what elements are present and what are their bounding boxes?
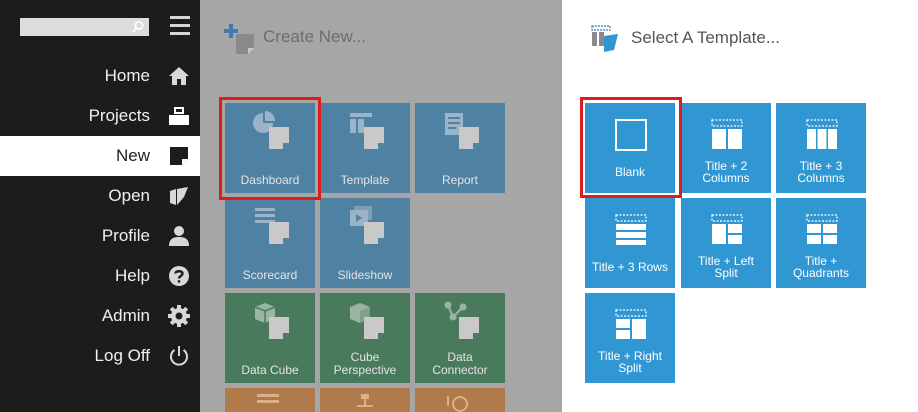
template-title-quadrants[interactable]: Title + Quadrants [776,198,866,288]
tile-label: Blank [614,165,646,179]
template-header-icon [591,25,618,52]
data-connector-icon [444,301,479,339]
briefcase-icon [169,107,189,125]
create-new-icon [224,24,254,54]
create-new-panel: Create New... Dashboard Template Report … [200,0,562,412]
tile-partial[interactable] [415,388,505,412]
tile-label: Cube Perspective [333,350,397,377]
tile-label: Slideshow [337,268,393,282]
sidebar-item-home[interactable]: Home [0,56,200,96]
tile-label-line2: Split [618,361,642,375]
report-icon [445,113,479,149]
refresh-clock-icon [447,396,468,412]
search-input[interactable] [20,18,149,36]
sidebar-item-label: Open [108,186,150,205]
help-icon [169,266,189,286]
tile-label-line2: Columns [797,171,845,185]
sidebar-item-admin[interactable]: Admin [0,296,200,336]
template-title-right-split[interactable]: Title + Right Split [585,293,675,383]
tile-label: Data Connector [432,350,488,377]
sidebar-item-label: Home [104,66,150,85]
blank-layout-icon [615,119,647,151]
data-cube-icon [254,303,289,339]
template-title-3-rows[interactable]: Title + 3 Rows [585,198,675,288]
left-split-layout-icon [711,214,743,244]
template-title: Select A Template... [631,28,780,47]
tile-label: Data Cube [241,363,299,377]
tile-label: Dashboard [240,173,300,187]
sidebar-item-open[interactable]: Open [0,176,200,216]
sidebar-item-label: Admin [101,306,150,325]
sidebar-item-help[interactable]: Help [0,256,200,296]
sidebar-item-label: New [115,146,150,165]
template-blank[interactable]: Blank [585,103,675,193]
power-icon [170,346,188,366]
home-icon [169,67,189,85]
search-icon[interactable] [131,20,145,34]
scorecard-icon [255,208,289,244]
right-split-layout-icon [615,309,647,339]
template-title-3-columns[interactable]: Title + 3 Columns [776,103,866,193]
template-title-2-columns[interactable]: Title + 2 Columns [681,103,771,193]
tile-data-connector[interactable]: Data Connector [415,293,505,383]
three-columns-layout-icon [806,119,838,149]
sidebar-item-label: Help [115,266,150,285]
sidebar-nav: Home Projects New Open Profile Help Admi… [0,56,200,376]
create-new-title: Create New... [263,27,366,46]
tile-dashboard[interactable]: Dashboard [225,103,315,193]
dashboard-icon [253,111,289,149]
tile-partial[interactable] [225,388,315,412]
tile-scorecard[interactable]: Scorecard [225,198,315,288]
tile-label: Report [441,173,479,187]
tile-slideshow[interactable]: Slideshow [320,198,410,288]
tile-partial[interactable] [320,388,410,412]
sidebar: Home Projects New Open Profile Help Admi… [0,0,200,412]
open-folder-icon [170,187,188,205]
sidebar-item-new[interactable]: New [0,136,200,176]
sidebar-item-profile[interactable]: Profile [0,216,200,256]
tile-report[interactable]: Report [415,103,505,193]
new-document-icon [170,147,188,165]
gear-icon [168,305,190,327]
tile-label: Title + 3 Rows [592,260,668,274]
table-icon [257,394,279,403]
hierarchy-icon [357,394,373,407]
tile-data-cube[interactable]: Data Cube [225,293,315,383]
sidebar-item-label: Profile [101,226,150,245]
tile-label: Scorecard [242,268,298,282]
sidebar-item-label: Log Off [94,346,150,365]
cube-perspective-icon [350,303,384,339]
quadrants-layout-icon [806,214,838,244]
menu-toggle-button[interactable] [170,16,190,36]
sidebar-item-projects[interactable]: Projects [0,96,200,136]
three-rows-layout-icon [615,214,647,245]
sidebar-item-log-off[interactable]: Log Off [0,336,200,376]
slideshow-icon [350,206,384,244]
tile-label-line2: Split [714,266,738,280]
tile-label: Template [340,173,390,187]
user-icon [169,226,189,246]
sidebar-item-label: Projects [88,106,150,125]
tile-label-line2: Columns [702,171,750,185]
template-title-left-split[interactable]: Title + Left Split [681,198,771,288]
tile-label-line2: Quadrants [792,266,850,280]
tile-cube-perspective[interactable]: Cube Perspective [320,293,410,383]
template-panel: Select A Template... Blank Title + 2 Col… [562,0,918,412]
template-icon [350,113,384,149]
two-columns-layout-icon [711,119,743,149]
tile-template[interactable]: Template [320,103,410,193]
